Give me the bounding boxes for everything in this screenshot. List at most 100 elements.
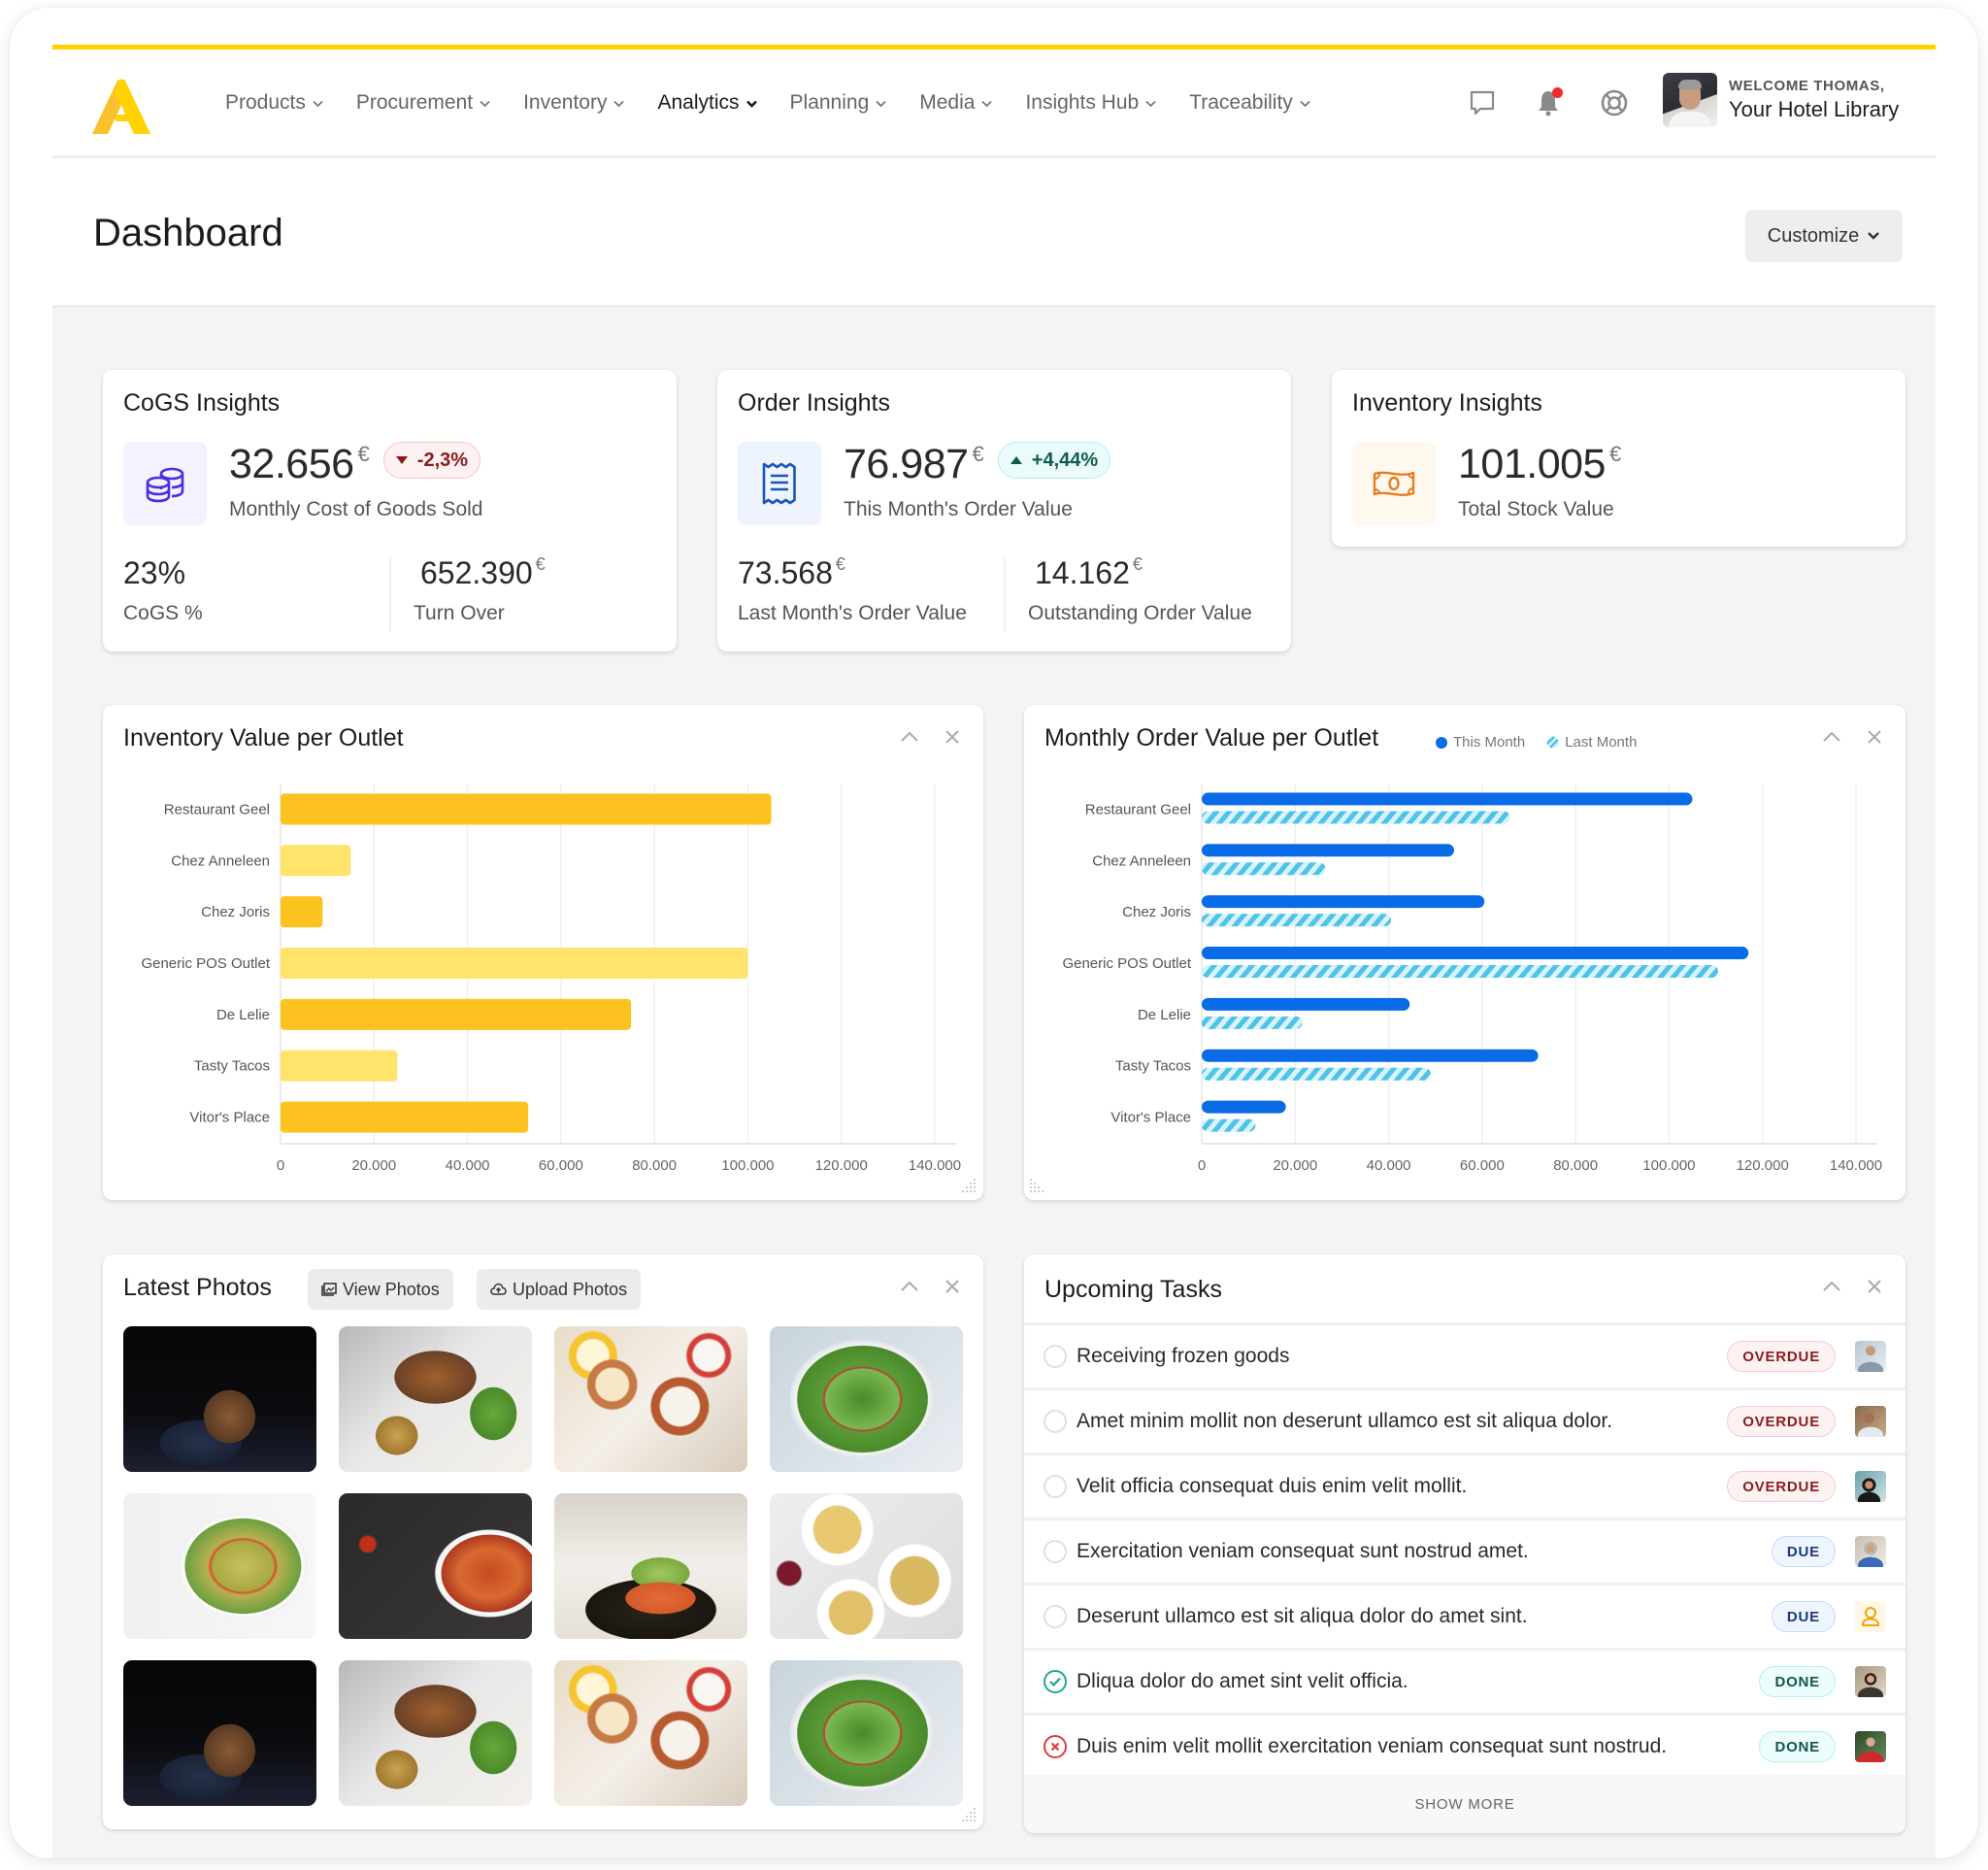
- task-row[interactable]: Deserunt ullamco est sit aliqua dolor do…: [1024, 1586, 1905, 1651]
- bar-last-month-de-lelie[interactable]: [1202, 1016, 1303, 1029]
- nav-item-insights-hub[interactable]: Insights Hub: [1025, 91, 1157, 115]
- x-tick-label: 20.000: [1273, 1157, 1317, 1174]
- kpi-value: 101.005: [1458, 441, 1606, 487]
- bar-restaurant-geel[interactable]: [281, 793, 772, 825]
- photo-thumbnail-grilled-pork-chop[interactable]: [339, 1660, 532, 1806]
- bar-last-month-chez-anneleen[interactable]: [1202, 862, 1326, 876]
- bar-last-month-vitor-s-place[interactable]: [1202, 1119, 1256, 1132]
- bar-last-month-chez-joris[interactable]: [1202, 914, 1391, 927]
- support-lifebuoy-icon[interactable]: [1600, 88, 1629, 117]
- bar-this-month-vitor-s-place[interactable]: [1202, 1100, 1286, 1114]
- chevron-down-icon: [876, 100, 886, 107]
- bar-tasty-tacos[interactable]: [281, 1050, 398, 1082]
- bar-this-month-tasty-tacos[interactable]: [1202, 1049, 1539, 1062]
- bar-this-month-generic-pos-outlet[interactable]: [1202, 947, 1749, 959]
- customize-button[interactable]: Customize: [1745, 210, 1903, 262]
- assignee-avatar[interactable]: [1855, 1666, 1886, 1697]
- bar-this-month-chez-anneleen[interactable]: [1202, 844, 1454, 857]
- nav-item-planning[interactable]: Planning: [790, 91, 888, 115]
- sub-label: Turn Over: [414, 602, 505, 624]
- task-row[interactable]: Receiving frozen goods OVERDUE: [1024, 1325, 1905, 1390]
- bell-icon[interactable]: [1534, 87, 1563, 117]
- task-text[interactable]: Receiving frozen goods: [1077, 1345, 1289, 1368]
- task-text[interactable]: Exercitation veniam consequat sunt nostr…: [1077, 1540, 1529, 1563]
- assignee-avatar[interactable]: [1855, 1406, 1886, 1437]
- assignee-avatar[interactable]: [1855, 1341, 1886, 1372]
- bar-this-month-chez-joris[interactable]: [1202, 895, 1485, 909]
- bar-generic-pos-outlet[interactable]: [281, 948, 748, 979]
- user-placeholder-icon[interactable]: [1855, 1601, 1886, 1632]
- y-category-label: Generic POS Outlet: [141, 955, 270, 972]
- x-tick-label: 80.000: [632, 1157, 677, 1174]
- photo-thumbnail-red-curry-bowl[interactable]: [339, 1493, 532, 1639]
- task-row[interactable]: Amet minim mollit non deserunt ullamco e…: [1024, 1390, 1905, 1455]
- photo-thumbnail-green-salad-bowl[interactable]: [770, 1660, 963, 1806]
- nav-item-analytics[interactable]: Analytics: [657, 91, 757, 115]
- bar-this-month-restaurant-geel[interactable]: [1202, 792, 1693, 806]
- task-checkbox[interactable]: [1044, 1540, 1067, 1563]
- resize-handle-icon[interactable]: [960, 1177, 977, 1194]
- collapse-chevron-up-icon[interactable]: [899, 1276, 920, 1297]
- bar-vitor-s-place[interactable]: [281, 1101, 529, 1133]
- task-checkbox[interactable]: [1044, 1345, 1067, 1368]
- nav-item-inventory[interactable]: Inventory: [523, 91, 625, 115]
- resize-handle-icon[interactable]: [1028, 1177, 1045, 1194]
- nav-item-label: Traceability: [1189, 91, 1293, 114]
- assignee-avatar[interactable]: [1855, 1471, 1886, 1502]
- bar-de-lelie[interactable]: [281, 998, 632, 1030]
- button-label: Upload Photos: [513, 1279, 628, 1299]
- bar-chez-joris[interactable]: [281, 896, 323, 928]
- task-checkbox[interactable]: [1044, 1605, 1067, 1628]
- assignee-avatar[interactable]: [1855, 1536, 1886, 1567]
- photo-thumbnail-breakfast-table-waffles[interactable]: [554, 1326, 747, 1472]
- task-text[interactable]: Amet minim mollit non deserunt ullamco e…: [1077, 1410, 1612, 1433]
- resize-handle-icon[interactable]: [960, 1806, 977, 1823]
- task-failed-x-icon[interactable]: [1044, 1735, 1067, 1758]
- task-checkbox[interactable]: [1044, 1475, 1067, 1498]
- show-more-button[interactable]: SHOW MORE: [1024, 1775, 1905, 1833]
- notification-dot: [1552, 87, 1563, 98]
- photo-thumbnail-burger-on-skewer[interactable]: [123, 1326, 316, 1472]
- task-checkbox[interactable]: [1044, 1410, 1067, 1433]
- photo-thumbnail-grilled-pork-chop[interactable]: [339, 1326, 532, 1472]
- bar-last-month-restaurant-geel[interactable]: [1202, 811, 1510, 824]
- task-row[interactable]: Velit officia consequat duis enim velit …: [1024, 1455, 1905, 1520]
- task-text[interactable]: Velit officia consequat duis enim velit …: [1077, 1475, 1467, 1498]
- user-avatar[interactable]: [1663, 73, 1717, 127]
- upload-photos-button[interactable]: Upload Photos: [477, 1269, 642, 1310]
- user-menu[interactable]: WELCOME THOMAS, Your Hotel Library: [1663, 73, 1899, 127]
- assignee-avatar[interactable]: [1855, 1731, 1886, 1762]
- card-title: Latest Photos: [123, 1274, 272, 1301]
- x-tick-label: 120.000: [1737, 1157, 1789, 1174]
- nav-item-procurement[interactable]: Procurement: [356, 91, 491, 115]
- photo-thumbnail-farfalle-pasta-salad[interactable]: [123, 1493, 316, 1639]
- close-icon[interactable]: [1864, 1276, 1885, 1297]
- view-photos-button[interactable]: View Photos: [308, 1269, 453, 1310]
- task-text[interactable]: Deserunt ullamco est sit aliqua dolor do…: [1077, 1605, 1528, 1628]
- brand-logo[interactable]: [91, 79, 151, 135]
- collapse-chevron-up-icon[interactable]: [1821, 1276, 1842, 1297]
- photo-thumbnail-breakfast-table-waffles[interactable]: [554, 1660, 747, 1806]
- task-completed-check-icon[interactable]: [1044, 1670, 1067, 1693]
- task-row[interactable]: Dliqua dolor do amet sint velit officia.…: [1024, 1651, 1905, 1716]
- bar-last-month-generic-pos-outlet[interactable]: [1202, 965, 1718, 978]
- bar-last-month-tasty-tacos[interactable]: [1202, 1067, 1431, 1081]
- page-title: Dashboard: [93, 212, 283, 254]
- task-text[interactable]: Duis enim velit mollit exercitation veni…: [1077, 1735, 1667, 1758]
- task-row[interactable]: Exercitation veniam consequat sunt nostr…: [1024, 1520, 1905, 1586]
- task-row[interactable]: Duis enim velit mollit exercitation veni…: [1024, 1716, 1905, 1781]
- bar-this-month-de-lelie[interactable]: [1202, 997, 1410, 1011]
- nav-item-traceability[interactable]: Traceability: [1189, 91, 1311, 115]
- x-tick-label: 40.000: [446, 1157, 490, 1174]
- currency-symbol: €: [1132, 554, 1143, 574]
- photo-thumbnail-burger-on-skewer[interactable]: [123, 1660, 316, 1806]
- nav-item-media[interactable]: Media: [919, 91, 993, 115]
- photo-thumbnail-salmon-fillet[interactable]: [554, 1493, 747, 1639]
- close-icon[interactable]: [942, 1276, 963, 1297]
- photo-thumbnail-spaghetti-plates[interactable]: [770, 1493, 963, 1639]
- chat-icon[interactable]: [1468, 88, 1497, 117]
- bar-chez-anneleen[interactable]: [281, 845, 351, 877]
- task-text[interactable]: Dliqua dolor do amet sint velit officia.: [1077, 1670, 1408, 1693]
- photo-thumbnail-green-salad-bowl[interactable]: [770, 1326, 963, 1472]
- nav-item-products[interactable]: Products: [225, 91, 324, 115]
